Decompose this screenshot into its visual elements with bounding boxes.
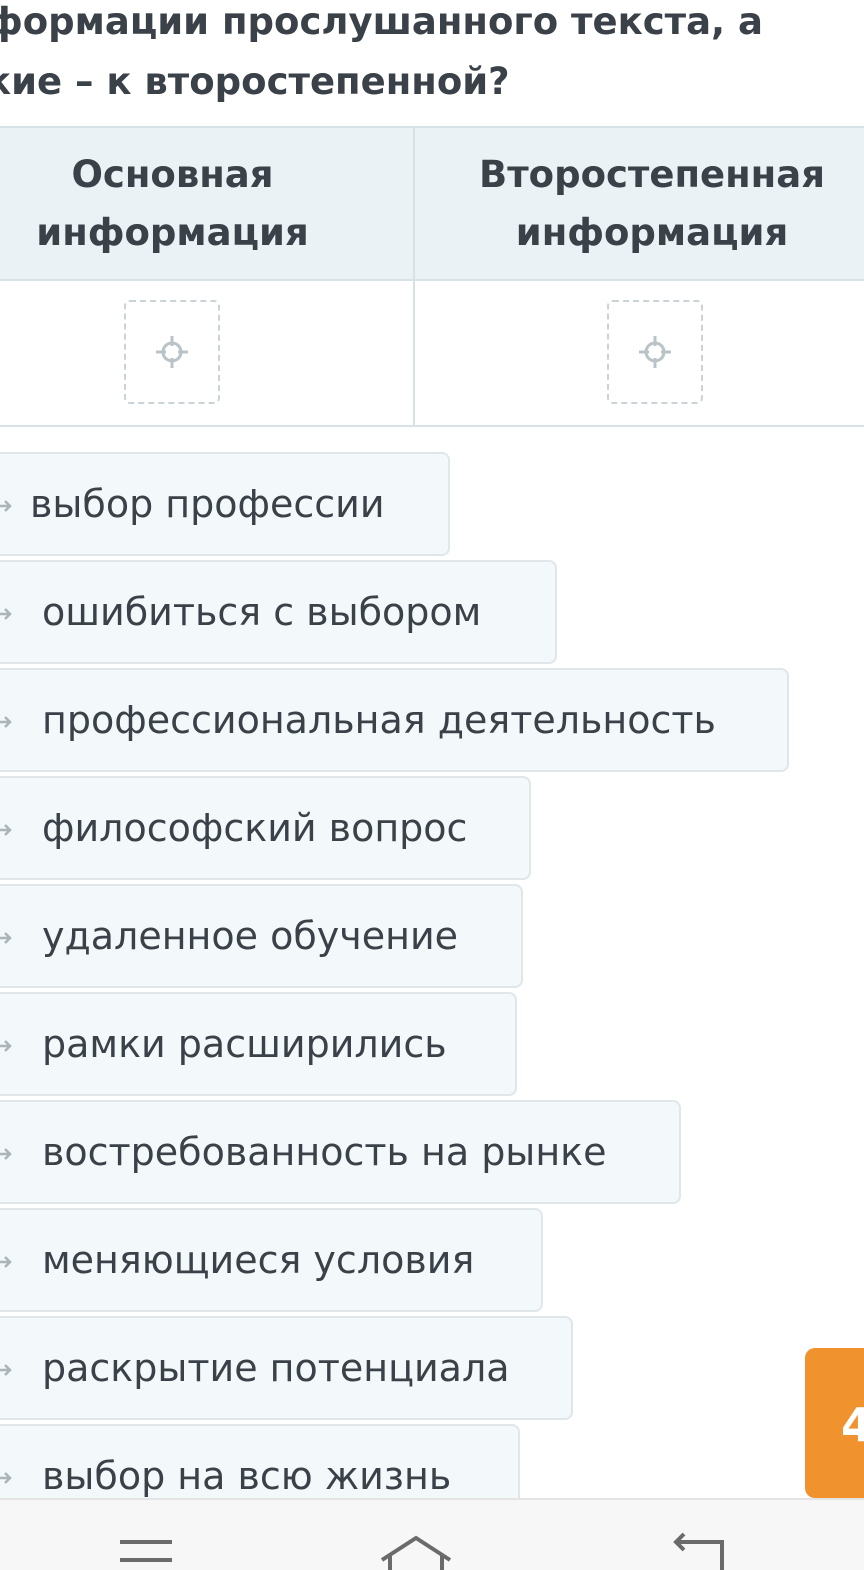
chip-label: выбор профессии [30, 482, 385, 526]
drag-chip[interactable]: рамки расширились [0, 992, 517, 1096]
drag-arrow-icon [0, 500, 12, 512]
chip-label: ошибиться с выбором [42, 590, 482, 634]
drag-arrow-icon [0, 1256, 12, 1268]
question-text: формации прослушанного текста, а кие – к… [0, 0, 846, 112]
drag-arrow-icon [0, 824, 12, 836]
drag-chip[interactable]: профессиональная деятельность [0, 668, 789, 772]
drag-chip[interactable]: выбор профессии [0, 452, 450, 556]
drag-chip[interactable]: философский вопрос [0, 776, 531, 880]
drag-arrow-icon [0, 716, 12, 728]
column-header-line: Второстепенная [479, 152, 825, 196]
crosshair-icon [156, 336, 188, 368]
chip-label: удаленное обучение [42, 914, 459, 958]
drag-chip[interactable]: востребованность на рынке [0, 1100, 681, 1204]
chip-label: меняющиеся условия [42, 1238, 475, 1282]
drag-chip[interactable]: ошибиться с выбором [0, 560, 557, 664]
drag-arrow-icon [0, 1040, 12, 1052]
table-body [0, 281, 864, 427]
drag-chip[interactable]: раскрытие потенциала [0, 1316, 573, 1420]
next-button[interactable]: 4 [805, 1348, 864, 1498]
question-line: кие – к второстепенной? [0, 60, 510, 103]
chip-label: профессиональная деятельность [42, 698, 716, 742]
drag-arrow-icon [0, 932, 12, 944]
chip-label: философский вопрос [42, 806, 468, 850]
chip-label: раскрытие потенциала [42, 1346, 510, 1390]
dropzone-secondary[interactable] [607, 300, 703, 404]
column-header-line: информация [36, 210, 309, 254]
system-nav-bar [0, 1498, 864, 1570]
dropzone-main[interactable] [124, 300, 220, 404]
drag-chip[interactable]: меняющиеся условия [0, 1208, 543, 1312]
crosshair-icon [639, 336, 671, 368]
drag-arrow-icon [0, 608, 12, 620]
page: формации прослушанного текста, а кие – к… [0, 0, 864, 1570]
home-icon[interactable] [378, 1530, 454, 1570]
sorting-table: Основная информация Второстепенная инфор… [0, 126, 864, 427]
column-divider [413, 126, 415, 427]
drag-arrow-icon [0, 1472, 12, 1484]
chip-label: востребованность на рынке [42, 1130, 607, 1174]
column-header-line: информация [515, 210, 789, 254]
table-header: Основная информация Второстепенная инфор… [0, 126, 864, 281]
back-icon[interactable] [668, 1530, 726, 1570]
drag-arrow-icon [0, 1148, 12, 1160]
menu-icon[interactable] [118, 1530, 174, 1570]
drag-chip[interactable]: удаленное обучение [0, 884, 523, 988]
drag-arrow-icon [0, 1364, 12, 1376]
next-button-label: 4 [841, 1398, 864, 1452]
chip-label: рамки расширились [42, 1022, 447, 1066]
column-header-line: Основная [71, 152, 274, 196]
column-header-secondary: Второстепенная информация [415, 128, 864, 279]
question-line: формации прослушанного текста, а [0, 0, 763, 43]
